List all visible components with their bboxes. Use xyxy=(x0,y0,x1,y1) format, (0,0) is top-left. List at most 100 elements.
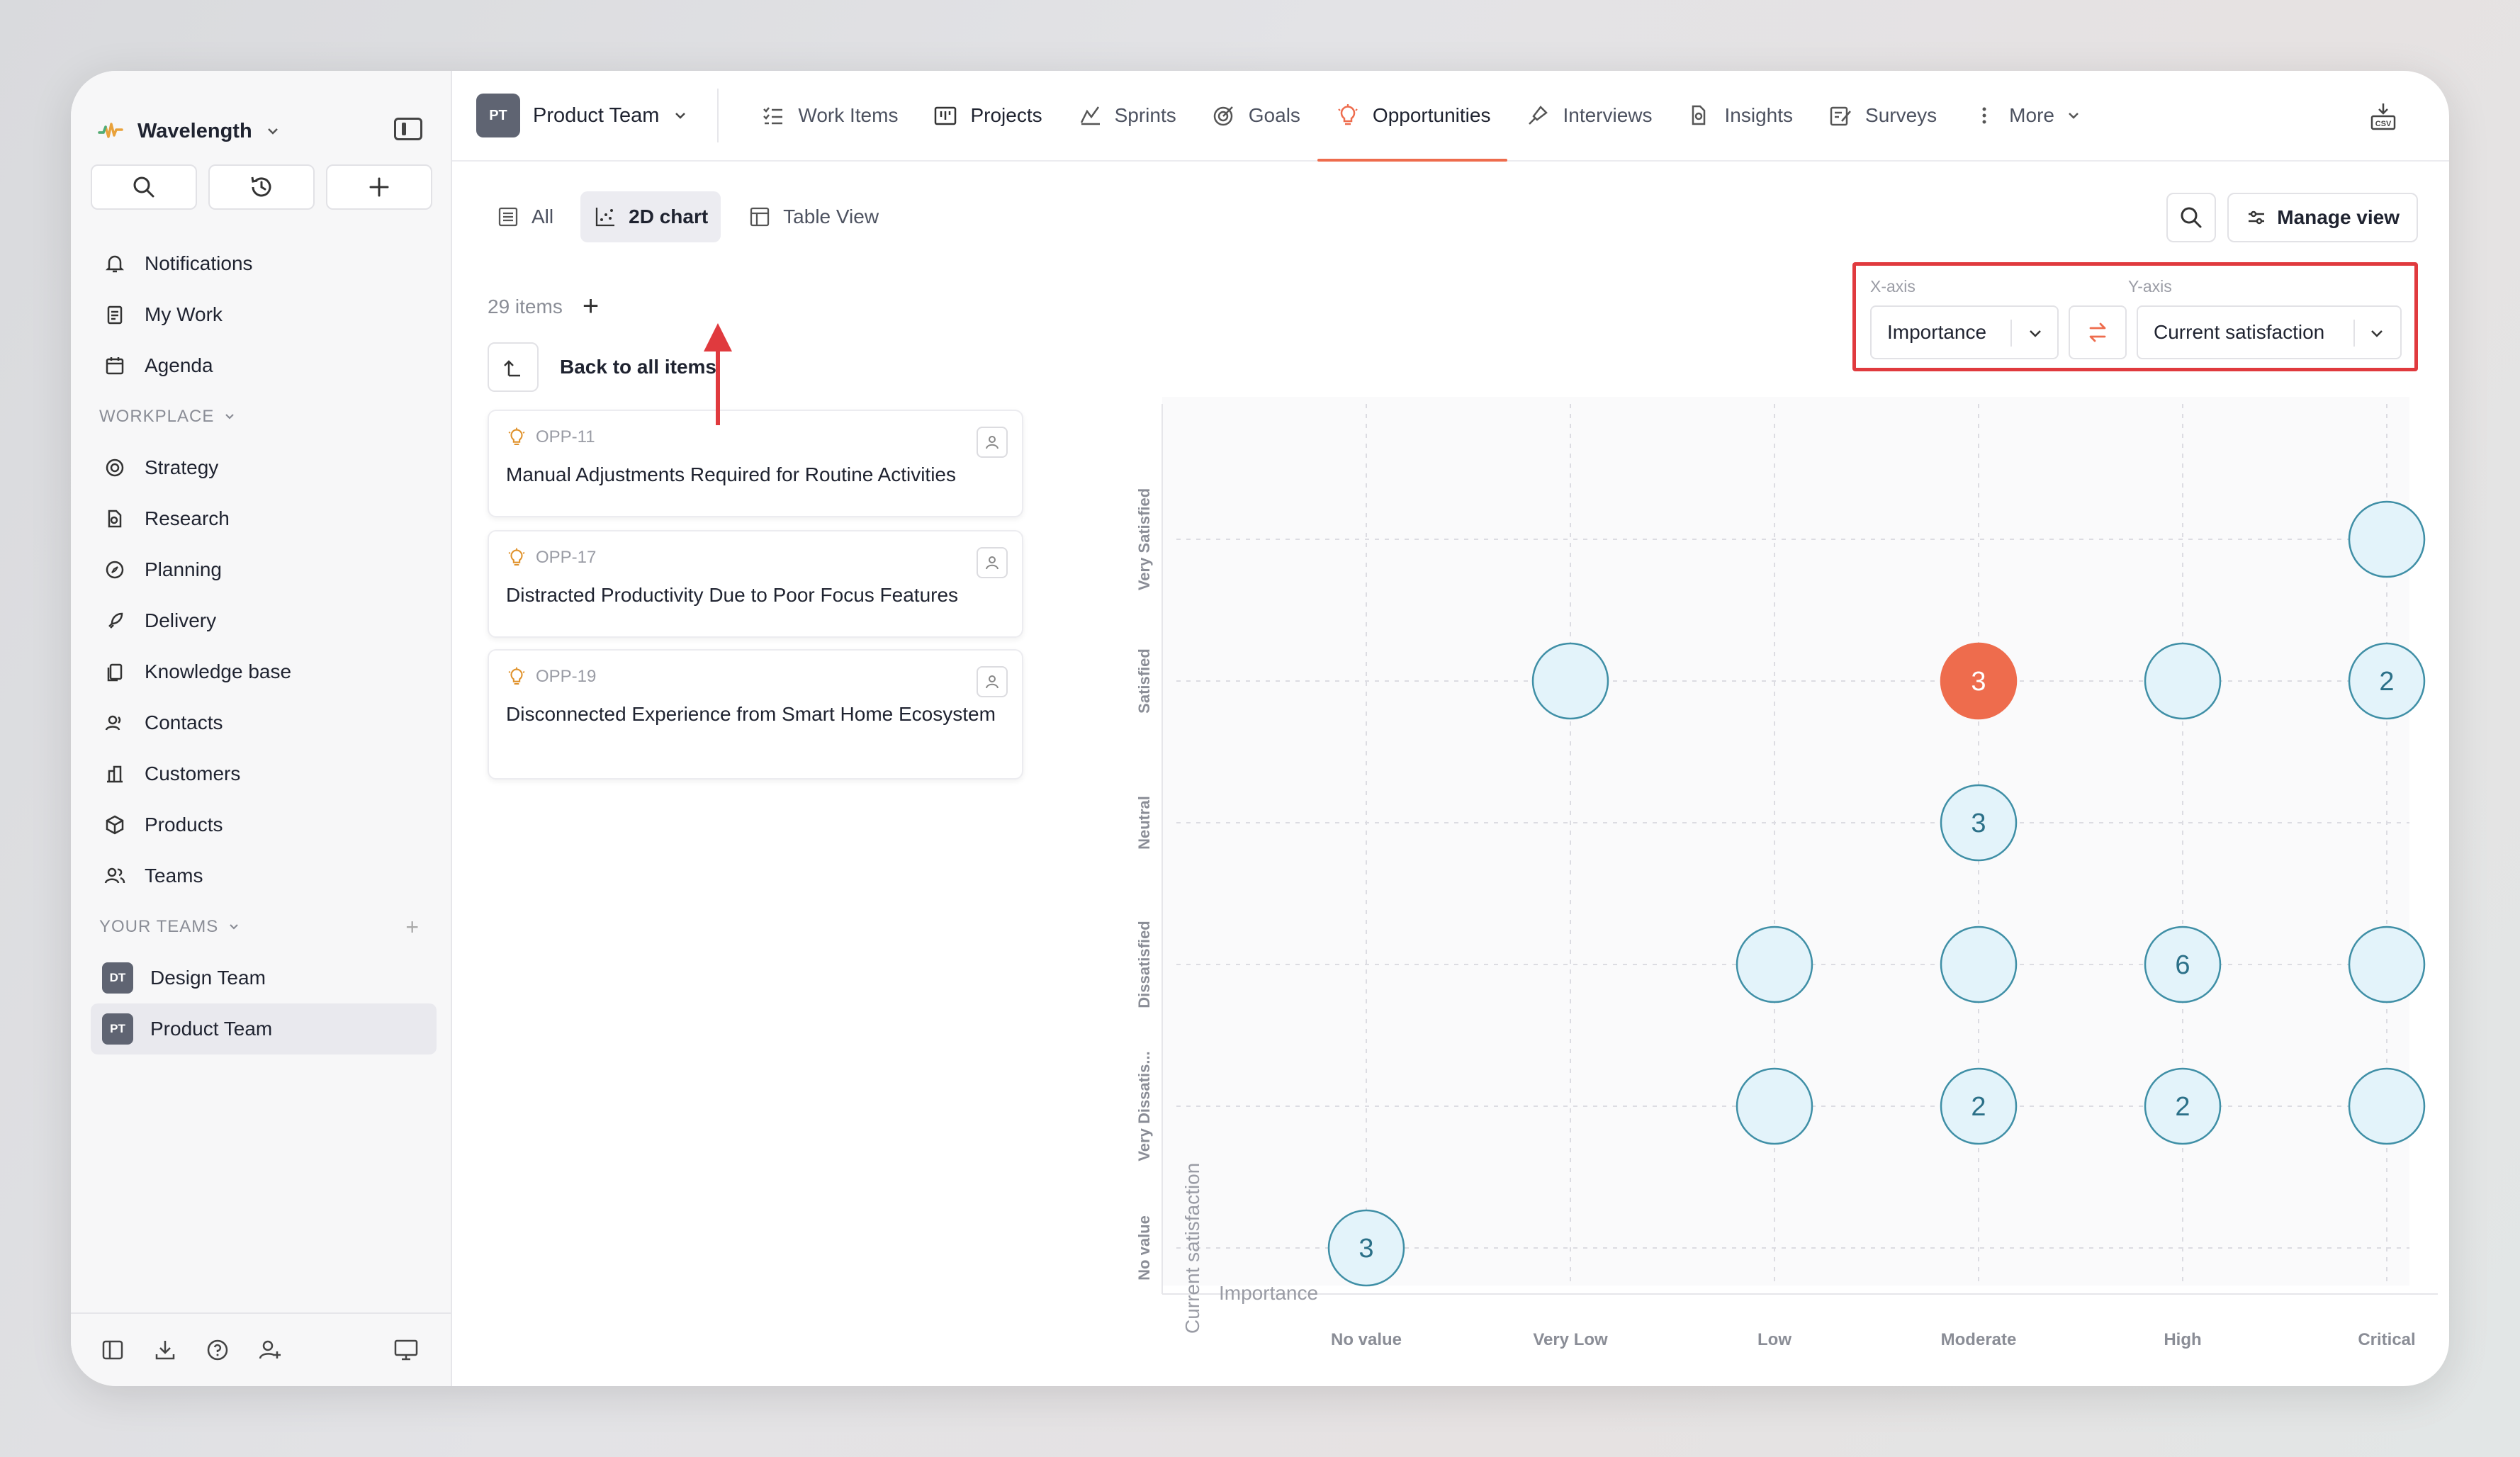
top-navigation: PT Product Team Work Items Projects Spri… xyxy=(452,71,2449,162)
opportunity-bubble xyxy=(1736,1067,1813,1145)
team-name: Product Team xyxy=(533,103,660,127)
tab-work-items[interactable]: Work Items xyxy=(743,71,915,160)
sidebar-item-notifications[interactable]: Notifications xyxy=(91,238,437,289)
y-tick-label: Very Dissatis... xyxy=(1135,1051,1153,1161)
sprint-icon xyxy=(1076,102,1103,129)
opportunity-card[interactable]: OPP-17 Distracted Productivity Due to Po… xyxy=(488,530,1023,638)
history-icon xyxy=(251,176,271,197)
team-avatar: PT xyxy=(476,94,520,137)
bubble-count-label: 2 xyxy=(1971,1092,1986,1122)
users-icon xyxy=(102,863,128,889)
sidebar-item-knowledge-base[interactable]: Knowledge base xyxy=(91,646,437,697)
microphone-icon xyxy=(1524,102,1551,129)
opportunity-card[interactable]: OPP-11 Manual Adjustments Required for R… xyxy=(488,410,1023,517)
tab-sprints[interactable]: Sprints xyxy=(1059,71,1193,160)
sidebar-item-label: My Work xyxy=(145,303,223,325)
add-team-icon[interactable]: + xyxy=(405,914,420,940)
team-switcher[interactable]: PT Product Team xyxy=(476,89,719,142)
back-arrow-button[interactable] xyxy=(488,342,539,392)
sidebar-item-product-team[interactable]: PT Product Team xyxy=(91,1003,437,1054)
sidebar-item-contacts[interactable]: Contacts xyxy=(91,697,437,748)
assignee-button[interactable] xyxy=(977,666,1008,697)
bubble-count-label: 2 xyxy=(2175,1092,2190,1122)
opportunity-bubble xyxy=(2348,926,2426,1003)
chevron-down-icon xyxy=(2371,330,2383,337)
view-all[interactable]: All xyxy=(483,191,566,242)
download-icon[interactable] xyxy=(152,1337,179,1363)
user-icon xyxy=(986,675,999,689)
sidebar-item-products[interactable]: Products xyxy=(91,799,437,850)
more-vertical-icon xyxy=(1971,102,1998,129)
history-button[interactable] xyxy=(208,164,315,210)
assignee-button[interactable] xyxy=(977,547,1008,578)
tab-label: Projects xyxy=(970,104,1042,126)
goal-icon xyxy=(1210,102,1237,129)
x-axis-select[interactable]: Importance xyxy=(1870,305,2059,359)
sidebar-item-planning[interactable]: Planning xyxy=(91,544,437,595)
team-avatar: DT xyxy=(102,962,133,994)
create-button[interactable] xyxy=(326,164,432,210)
tab-interviews[interactable]: Interviews xyxy=(1507,71,1669,160)
tab-insights[interactable]: Insights xyxy=(1670,71,1811,160)
chevron-down-icon xyxy=(267,128,278,135)
workplace-section-toggle[interactable]: WORKPLACE xyxy=(91,391,437,442)
csv-export-icon[interactable]: CSV xyxy=(2367,101,2400,133)
sidebar-item-strategy[interactable]: Strategy xyxy=(91,442,437,493)
projects-icon xyxy=(932,102,959,129)
chevron-down-icon xyxy=(2030,330,2041,337)
view-table[interactable]: Table View xyxy=(735,191,891,242)
items-count-row: 29 items + xyxy=(488,291,599,322)
search-button[interactable] xyxy=(91,164,197,210)
x-tick-label: Critical xyxy=(2358,1330,2415,1349)
research-icon xyxy=(102,506,128,531)
sidebar-item-research[interactable]: Research xyxy=(91,493,437,544)
sidebar-item-label: Product Team xyxy=(150,1018,273,1040)
swap-axes-button[interactable] xyxy=(2069,305,2127,359)
sidebar-item-customers[interactable]: Customers xyxy=(91,748,437,799)
app-window: Wavelength Notifications My Work Agenda … xyxy=(71,71,2449,1386)
annotation-arrow-icon xyxy=(704,323,732,425)
tab-projects[interactable]: Projects xyxy=(915,71,1059,160)
invite-user-icon[interactable] xyxy=(257,1337,283,1363)
view-2d-chart[interactable]: 2D chart xyxy=(580,191,721,242)
bubble-count-label: 3 xyxy=(1359,1234,1373,1264)
x-axis-title: Importance xyxy=(1219,1282,1318,1304)
sidebar-item-agenda[interactable]: Agenda xyxy=(91,340,437,391)
sidebar-item-design-team[interactable]: DT Design Team xyxy=(91,952,437,1003)
plus-icon xyxy=(369,177,389,197)
manage-view-button[interactable]: Manage view xyxy=(2227,193,2418,242)
y-tick-label: Dissatisfied xyxy=(1135,921,1153,1008)
opportunity-2d-chart: No value Very Low Low Moderate High Critical N… xyxy=(1063,397,2449,1386)
tab-more[interactable]: More xyxy=(1954,71,2098,160)
tab-opportunities[interactable]: Opportunities xyxy=(1317,71,1508,162)
tab-surveys[interactable]: Surveys xyxy=(1810,71,1954,160)
y-axis-title: Current satisfaction xyxy=(1181,1163,1203,1334)
x-axis-label: X-axis xyxy=(1870,277,1916,296)
workspace-switcher[interactable]: Wavelength xyxy=(96,106,281,156)
sidebar-toggle-icon[interactable] xyxy=(394,118,422,140)
assignee-button[interactable] xyxy=(977,427,1008,458)
back-to-all-row[interactable]: Back to all items xyxy=(488,342,716,392)
templates-icon[interactable] xyxy=(99,1337,126,1363)
list-icon xyxy=(498,207,518,227)
help-icon[interactable] xyxy=(204,1337,231,1363)
chart-search-button[interactable] xyxy=(2166,193,2217,242)
sidebar-item-label: Design Team xyxy=(150,967,266,989)
bubble-count-label: 3 xyxy=(1971,809,1986,838)
list-check-icon xyxy=(760,102,787,129)
y-axis-select[interactable]: Current satisfaction xyxy=(2137,305,2402,359)
plot-area xyxy=(1162,397,2409,1286)
opportunity-card[interactable]: OPP-19 Disconnected Experience from Smar… xyxy=(488,649,1023,780)
desktop-settings-icon[interactable] xyxy=(393,1337,420,1363)
clipboard-icon xyxy=(102,302,128,327)
add-item-icon[interactable]: + xyxy=(583,291,599,322)
workspace-name: Wavelength xyxy=(137,119,252,142)
x-tick-label: Very Low xyxy=(1533,1330,1608,1349)
sidebar-item-my-work[interactable]: My Work xyxy=(91,289,437,340)
tab-label: Surveys xyxy=(1865,104,1937,126)
tab-goals[interactable]: Goals xyxy=(1193,71,1317,160)
your-teams-section-toggle[interactable]: YOUR TEAMS + xyxy=(91,901,437,952)
y-tick-label: No value xyxy=(1135,1215,1153,1281)
sidebar-item-teams[interactable]: Teams xyxy=(91,850,437,901)
sidebar-item-delivery[interactable]: Delivery xyxy=(91,595,437,646)
